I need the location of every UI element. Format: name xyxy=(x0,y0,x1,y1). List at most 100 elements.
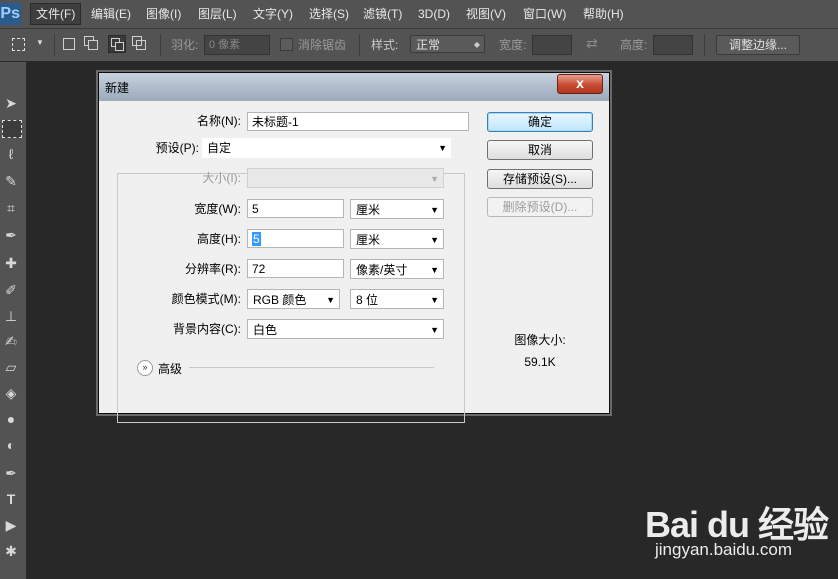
width-input[interactable]: 5 xyxy=(247,199,344,218)
quick-select-tool-icon[interactable]: ✎ xyxy=(0,170,22,192)
dodge-tool-icon[interactable]: ◐ xyxy=(0,434,22,456)
feather-value: 0 像素 xyxy=(209,39,241,51)
resolution-input[interactable]: 72 xyxy=(247,259,344,278)
height-unit-select[interactable]: 厘米 ▼ xyxy=(350,229,444,249)
height-label: 高度(H): xyxy=(197,232,241,246)
pen-tool-icon[interactable]: ✒ xyxy=(0,462,22,484)
save-preset-button[interactable]: 存储预设(S)... xyxy=(487,169,593,189)
name-label: 名称(N): xyxy=(197,114,241,128)
move-tool-icon[interactable]: ➤ xyxy=(0,92,22,114)
eyedropper-tool-icon[interactable]: ✒ xyxy=(0,224,22,246)
advanced-label[interactable]: 高级 xyxy=(158,360,182,377)
dropdown-arrow-icon: ▼ xyxy=(430,295,439,305)
feather-input[interactable]: 0 像素 xyxy=(204,35,270,55)
paint-bucket-icon[interactable]: ◈ xyxy=(0,382,22,404)
baidu-watermark-url: jingyan.baidu.com xyxy=(655,540,793,559)
menu-edit[interactable]: 编辑(E) xyxy=(86,4,136,24)
shape-tool-icon[interactable]: ✱ xyxy=(0,540,22,562)
height-label: 高度: xyxy=(620,38,648,52)
dropdown-arrow-icon: ▼ xyxy=(438,143,447,153)
antialias-checkbox[interactable] xyxy=(280,38,293,51)
blur-tool-icon[interactable]: ● xyxy=(0,408,22,430)
menu-window[interactable]: 窗口(W) xyxy=(518,4,571,24)
style-value: 正常 xyxy=(416,38,441,52)
brush-tool-icon[interactable]: ✐ xyxy=(0,279,22,301)
antialias-label: 消除锯齿 xyxy=(298,38,347,52)
feather-label: 羽化: xyxy=(171,38,199,52)
cancel-button[interactable]: 取消 xyxy=(487,140,593,160)
updown-icon: ◆ xyxy=(473,40,480,49)
width-input[interactable] xyxy=(532,35,572,55)
eraser-tool-icon[interactable]: ▱ xyxy=(0,356,22,378)
color-mode-select[interactable]: RGB 颜色 ▼ xyxy=(247,289,340,309)
marquee-preset-icon[interactable] xyxy=(12,38,25,51)
marquee-tool-icon[interactable] xyxy=(2,120,22,138)
healing-brush-icon[interactable]: ✚ xyxy=(0,252,22,274)
height-unit-value: 厘米 xyxy=(356,233,381,247)
new-document-dialog: 新建 x 名称(N): 未标题-1 预设(P): 自定 ▼ 大小(I): ▼ 宽度… xyxy=(98,72,610,423)
width-label: 宽度(W): xyxy=(194,202,241,216)
width-unit-select[interactable]: 厘米 ▼ xyxy=(350,199,444,219)
history-brush-icon[interactable]: ✍ xyxy=(0,330,22,352)
refine-edge-button[interactable]: 调整边缘... xyxy=(716,35,800,55)
dropdown-arrow-icon: ▼ xyxy=(430,205,439,215)
divider xyxy=(704,34,705,56)
height-input[interactable]: 5 xyxy=(247,229,344,248)
divider xyxy=(160,34,161,56)
menu-3d[interactable]: 3D(D) xyxy=(413,4,455,24)
height-value-selected: 5 xyxy=(252,232,261,246)
background-contents-label: 背景内容(C): xyxy=(173,322,241,336)
menu-view[interactable]: 视图(V) xyxy=(461,4,511,24)
intersect-selection-icon[interactable] xyxy=(132,36,146,50)
dialog-body: 名称(N): 未标题-1 预设(P): 自定 ▼ 大小(I): ▼ 宽度(W): … xyxy=(99,101,609,423)
divider xyxy=(54,34,55,56)
preset-select[interactable]: 自定 ▼ xyxy=(202,138,451,158)
width-label: 宽度: xyxy=(499,38,527,52)
delete-preset-button[interactable]: 删除预设(D)... xyxy=(487,197,593,217)
lasso-tool-icon[interactable]: ℓ xyxy=(0,143,22,165)
menu-file[interactable]: 文件(F) xyxy=(30,3,82,25)
menu-type[interactable]: 文字(Y) xyxy=(248,4,298,24)
resolution-unit-value: 像素/英寸 xyxy=(356,263,408,277)
color-mode-value: RGB 颜色 xyxy=(253,293,307,307)
preset-value: 自定 xyxy=(207,141,232,155)
advanced-divider xyxy=(189,367,434,368)
menu-image[interactable]: 图像(I) xyxy=(141,4,186,24)
swap-icon[interactable]: ⇄ xyxy=(586,35,598,52)
image-size-value: 59.1K xyxy=(524,355,556,369)
path-select-icon[interactable]: ▶ xyxy=(0,514,22,536)
image-size-label: 图像大小: xyxy=(514,333,566,347)
menu-select[interactable]: 选择(S) xyxy=(304,4,354,24)
dropdown-arrow-icon: ▼ xyxy=(430,325,439,335)
color-mode-label: 颜色模式(M): xyxy=(171,292,241,306)
menu-filter[interactable]: 滤镜(T) xyxy=(358,4,407,24)
photoshop-logo: Ps xyxy=(0,3,21,25)
menu-layer[interactable]: 图层(L) xyxy=(193,4,242,24)
subtract-selection-icon[interactable] xyxy=(108,35,126,53)
ok-button[interactable]: 确定 xyxy=(487,112,593,132)
background-contents-select[interactable]: 白色 ▼ xyxy=(247,319,444,339)
type-tool-icon[interactable]: T xyxy=(0,488,22,510)
crop-tool-icon[interactable]: ⌗ xyxy=(0,197,22,219)
add-selection-icon[interactable] xyxy=(84,36,98,50)
menu-help[interactable]: 帮助(H) xyxy=(578,4,629,24)
style-select[interactable]: 正常 ◆ xyxy=(410,35,485,53)
size-label: 大小(I): xyxy=(202,171,241,185)
dropdown-arrow-icon: ▼ xyxy=(430,174,439,184)
background-contents-value: 白色 xyxy=(253,323,278,337)
chevron-down-icon[interactable]: ▼ xyxy=(36,38,44,47)
resolution-unit-select[interactable]: 像素/英寸 ▼ xyxy=(350,259,444,279)
size-select[interactable]: ▼ xyxy=(247,168,444,188)
style-label: 样式: xyxy=(371,38,399,52)
clone-stamp-icon[interactable]: ⊥ xyxy=(0,305,22,327)
close-button[interactable]: x xyxy=(557,74,603,94)
dropdown-arrow-icon: ▼ xyxy=(430,235,439,245)
preset-label: 预设(P): xyxy=(149,138,199,158)
advanced-expand-icon[interactable]: » xyxy=(137,360,153,376)
name-input[interactable]: 未标题-1 xyxy=(247,112,469,131)
height-input[interactable] xyxy=(653,35,693,55)
dialog-titlebar[interactable]: 新建 x xyxy=(99,73,609,101)
dialog-title: 新建 xyxy=(105,81,130,95)
bit-depth-select[interactable]: 8 位 ▼ xyxy=(350,289,444,309)
new-selection-icon[interactable] xyxy=(63,38,75,50)
